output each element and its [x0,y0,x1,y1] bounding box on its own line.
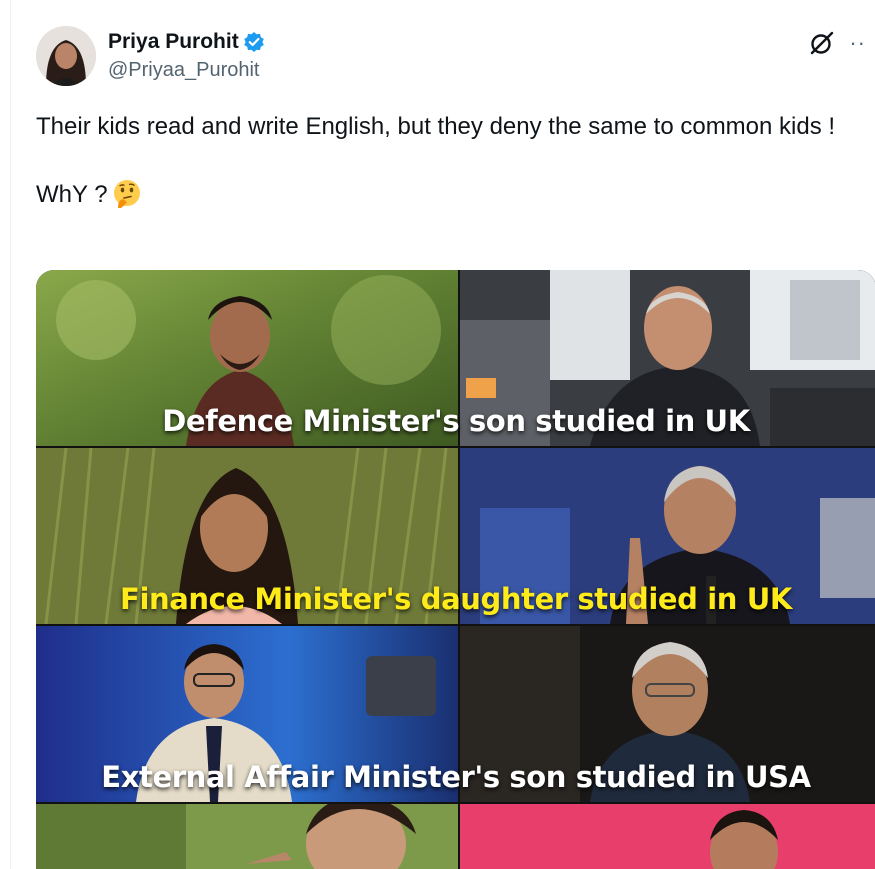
media-panel-defence: Defence Minister's son studied in UK [36,270,875,446]
media-panel-finance: Finance Minister's daughter studied in U… [36,448,875,624]
caption-finance: Finance Minister's daughter studied in U… [120,582,792,616]
tweet-media-image[interactable]: Defence Minister's son studied in UK Fin… [36,270,875,869]
timeline-border [10,0,11,869]
caption-external-affairs: External Affair Minister's son studied i… [101,760,811,794]
header-actions: ·· [809,30,866,56]
thinking-face-icon [112,178,142,208]
display-name[interactable]: Priya Purohit [108,30,239,54]
media-panel-external-affairs: External Affair Minister's son studied i… [36,626,875,802]
photo-partial-left [36,804,458,869]
user-handle[interactable]: @Priyaa_Purohit [108,59,259,82]
name-row: Priya Purohit [108,30,265,54]
grok-icon[interactable] [809,30,835,56]
tweet-header: Priya Purohit @Priyaa_Purohit ·· [36,26,866,88]
avatar[interactable] [36,26,96,86]
more-options-icon[interactable]: ·· [849,32,866,54]
tweet-line-1: Their kids read and write English, but t… [36,113,836,140]
caption-defence: Defence Minister's son studied in UK [162,404,750,438]
media-panel-partial [36,804,875,869]
verified-badge-icon[interactable] [243,31,265,53]
tweet-text: Their kids read and write English, but t… [36,110,856,246]
tweet-line-2: WhY ? [36,178,856,212]
photo-partial-right [460,804,875,869]
tweet-question: WhY ? [36,181,108,208]
